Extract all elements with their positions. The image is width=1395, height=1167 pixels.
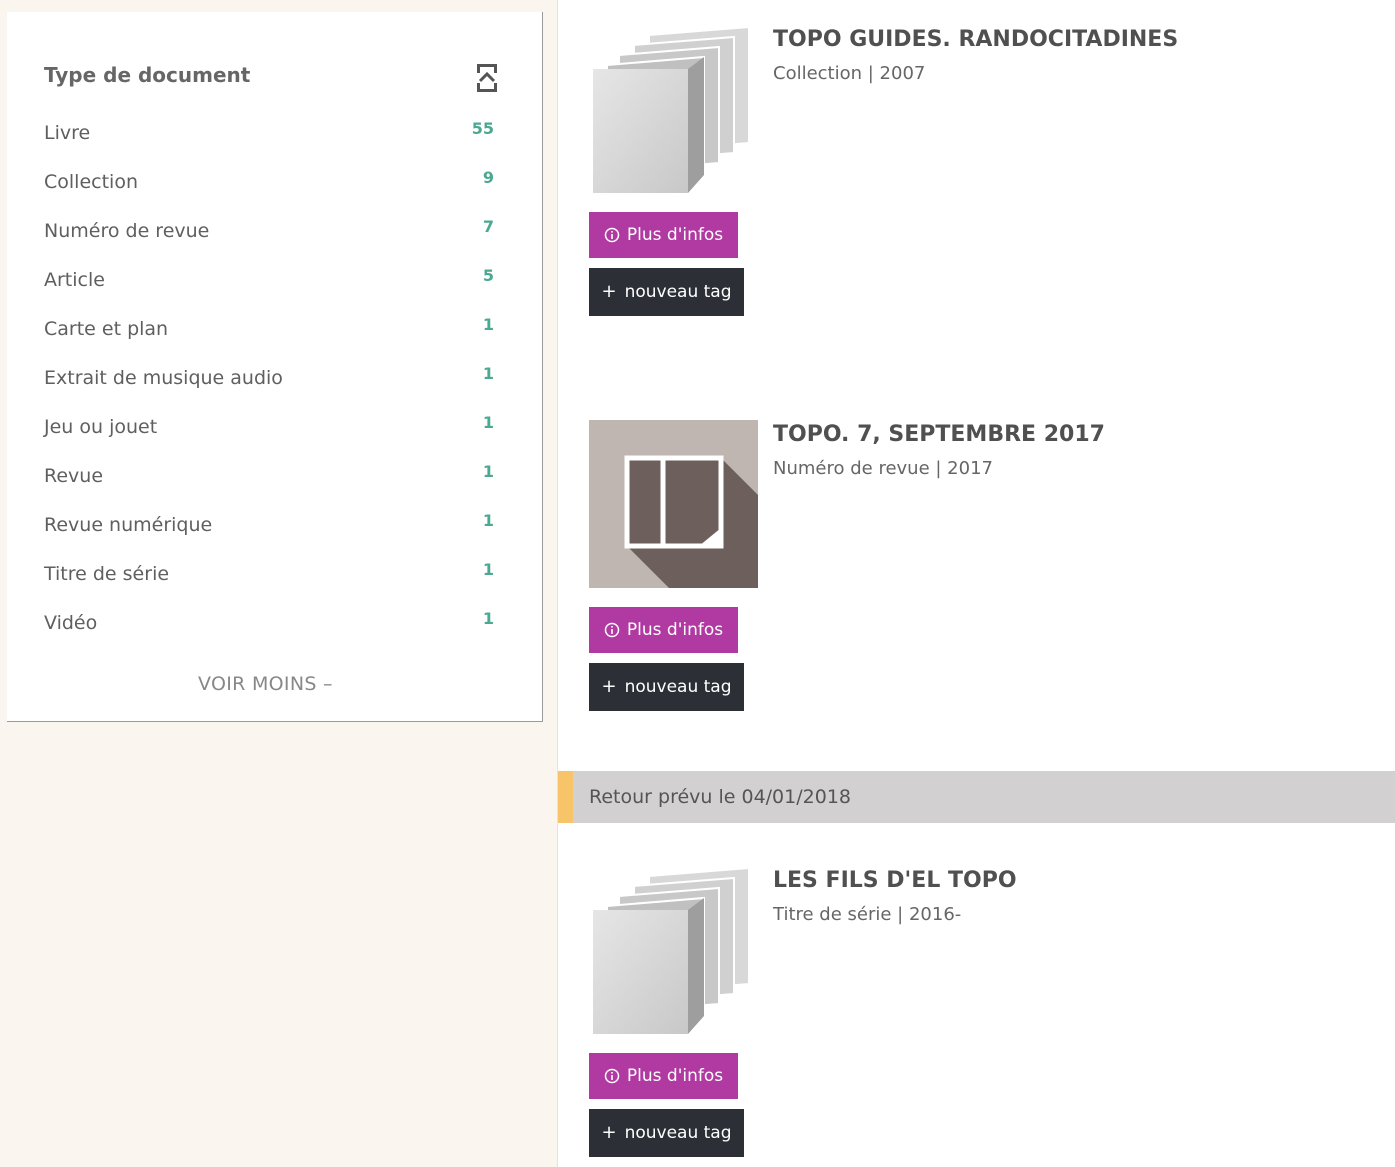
info-icon [604, 227, 620, 243]
nouveau-tag-label: nouveau tag [624, 1123, 732, 1143]
plus-infos-button[interactable]: Plus d'infos [589, 607, 738, 653]
facet-item-collection[interactable]: Collection 9 [44, 168, 504, 217]
result-meta: Titre de série | 2016- [773, 904, 962, 925]
nouveau-tag-label: nouveau tag [624, 677, 732, 697]
facet-item-count: 55 [471, 119, 494, 138]
facet-item-label: Titre de série [44, 563, 170, 585]
result-meta: Collection | 2007 [773, 63, 926, 84]
facet-panel-document-type: Type de document Livre 55 Collection 9 N… [7, 12, 543, 722]
results-list: TOPO GUIDES. RANDOCITADINES Collection |… [557, 0, 1395, 1167]
result-title[interactable]: TOPO GUIDES. RANDOCITADINES [773, 27, 1178, 52]
plus-infos-button[interactable]: Plus d'infos [589, 1053, 738, 1099]
plus-infos-label: Plus d'infos [626, 225, 724, 245]
nouveau-tag-button[interactable]: + nouveau tag [589, 268, 744, 316]
facet-item-label: Revue [44, 465, 104, 487]
nouveau-tag-button[interactable]: + nouveau tag [589, 663, 744, 711]
facet-item-jeu-ou-jouet[interactable]: Jeu ou jouet 1 [44, 413, 504, 462]
plus-infos-label: Plus d'infos [626, 620, 724, 640]
result-title[interactable]: TOPO. 7, SEPTEMBRE 2017 [773, 422, 1105, 447]
plus-icon: + [601, 1122, 617, 1143]
plus-icon: + [601, 676, 617, 697]
facet-item-count: 1 [482, 560, 494, 579]
facet-item-extrait-musique-audio[interactable]: Extrait de musique audio 1 [44, 364, 504, 413]
facet-item-video[interactable]: Vidéo 1 [44, 609, 504, 658]
facet-item-revue[interactable]: Revue 1 [44, 462, 504, 511]
plus-infos-button[interactable]: Plus d'infos [589, 212, 738, 258]
facet-item-article[interactable]: Article 5 [44, 266, 504, 315]
facet-item-livre[interactable]: Livre 55 [44, 119, 504, 168]
facet-title: Type de document [44, 63, 251, 87]
facet-item-label: Livre [44, 122, 91, 144]
facet-item-count: 1 [482, 315, 494, 334]
collapse-facet-icon[interactable] [474, 61, 500, 95]
facet-item-label: Revue numérique [44, 514, 213, 536]
facet-item-count: 1 [482, 511, 494, 530]
facet-item-count: 9 [482, 168, 494, 187]
magazine-issue-icon[interactable] [589, 420, 758, 588]
facet-item-count: 1 [482, 462, 494, 481]
facet-item-count: 1 [482, 609, 494, 628]
collection-stack-icon[interactable] [589, 25, 758, 193]
facet-item-numero-de-revue[interactable]: Numéro de revue 7 [44, 217, 504, 266]
result-meta: Numéro de revue | 2017 [773, 458, 993, 479]
plus-infos-label: Plus d'infos [626, 1066, 724, 1086]
nouveau-tag-label: nouveau tag [624, 282, 732, 302]
plus-icon: + [601, 281, 617, 302]
facet-item-carte-et-plan[interactable]: Carte et plan 1 [44, 315, 504, 364]
facet-item-titre-de-serie[interactable]: Titre de série 1 [44, 560, 504, 609]
info-icon [604, 622, 620, 638]
voir-moins-link[interactable]: VOIR MOINS – [198, 673, 333, 695]
facet-item-label: Collection [44, 171, 138, 193]
facet-item-count: 1 [482, 364, 494, 383]
facet-list: Livre 55 Collection 9 Numéro de revue 7 … [44, 119, 504, 658]
facet-item-label: Vidéo [44, 612, 98, 634]
facet-item-label: Extrait de musique audio [44, 367, 283, 389]
banner-text: Retour prévu le 04/01/2018 [589, 786, 851, 808]
facet-item-revue-numerique[interactable]: Revue numérique 1 [44, 511, 504, 560]
facet-item-count: 1 [482, 413, 494, 432]
facet-item-label: Article [44, 269, 105, 291]
nouveau-tag-button[interactable]: + nouveau tag [589, 1109, 744, 1157]
facet-item-label: Numéro de revue [44, 220, 210, 242]
facet-item-label: Carte et plan [44, 318, 169, 340]
facet-item-count: 5 [482, 266, 494, 285]
facet-item-count: 7 [482, 217, 494, 236]
banner-accent [558, 771, 573, 823]
return-date-banner: Retour prévu le 04/01/2018 [558, 771, 1395, 823]
collection-stack-icon[interactable] [589, 866, 758, 1034]
facet-item-label: Jeu ou jouet [44, 416, 158, 438]
result-title[interactable]: LES FILS D'EL TOPO [773, 868, 1017, 893]
info-icon [604, 1068, 620, 1084]
